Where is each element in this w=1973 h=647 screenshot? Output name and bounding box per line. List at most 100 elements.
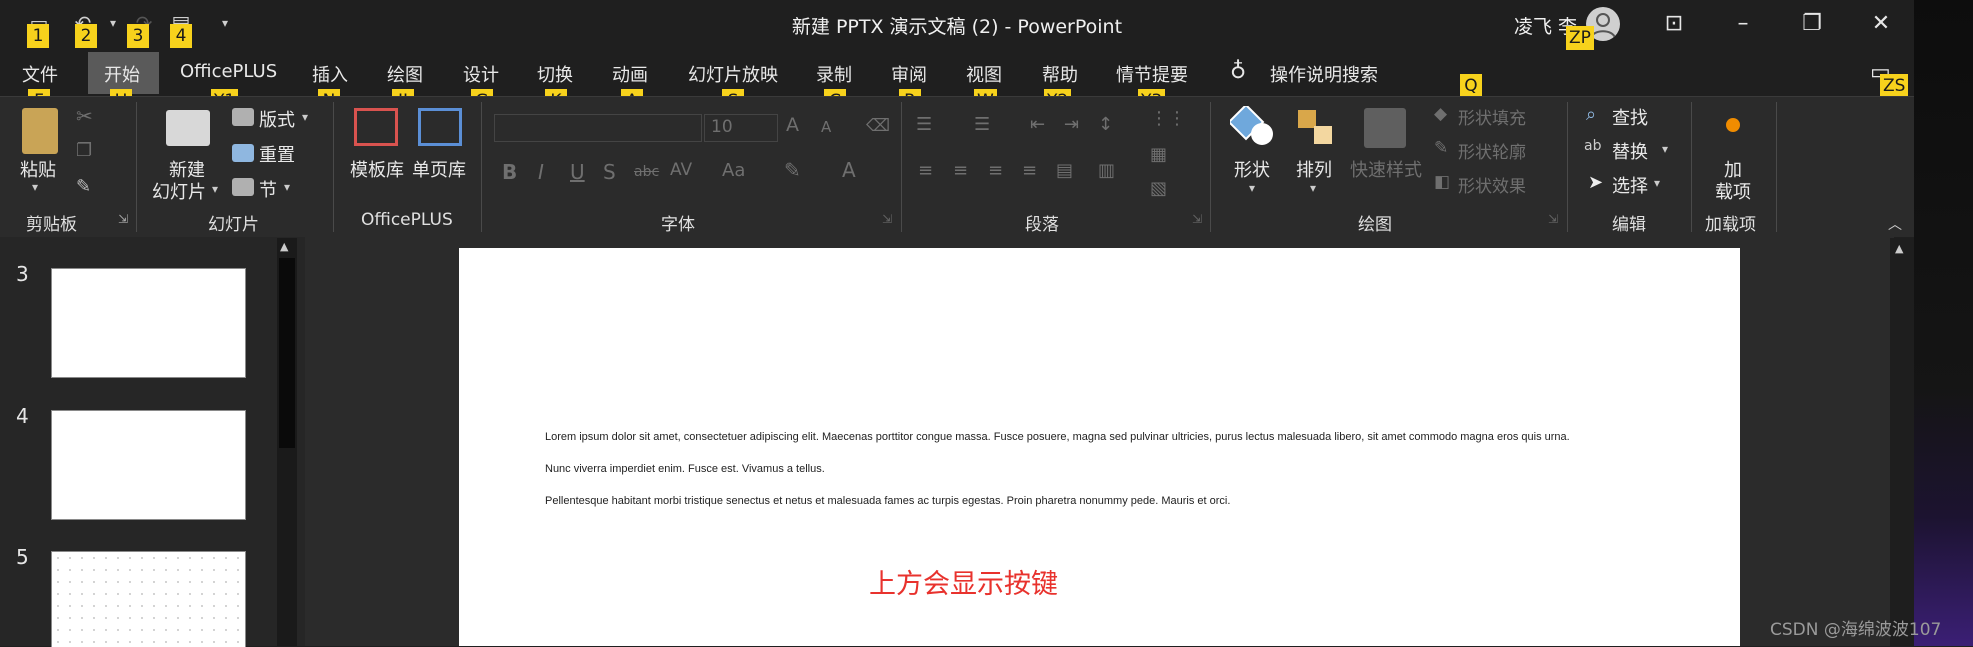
- tab-officeplus[interactable]: OfficePLUS: [180, 61, 277, 82]
- replace-icon[interactable]: ab: [1584, 138, 1601, 154]
- new-slide-dropdown-icon[interactable]: ▾: [212, 182, 218, 196]
- shape-fill-icon[interactable]: ◆: [1434, 104, 1447, 124]
- reset-button[interactable]: 重置: [259, 141, 295, 167]
- text-direction-icon[interactable]: ▥: [1098, 160, 1115, 181]
- smartart-icon[interactable]: ▧: [1150, 178, 1167, 199]
- distributed-icon[interactable]: ▤: [1056, 160, 1073, 181]
- align-center-icon[interactable]: ≡: [953, 160, 968, 181]
- slide-thumbnail-5[interactable]: [51, 551, 246, 647]
- quick-styles-button[interactable]: 快速样式: [1350, 156, 1422, 182]
- format-painter-icon[interactable]: ✎: [76, 176, 91, 197]
- select-icon[interactable]: ➤: [1588, 172, 1603, 193]
- restore-icon[interactable]: ❐: [1783, 6, 1841, 42]
- font-launcher-icon[interactable]: ⇲: [882, 212, 892, 226]
- scroll-up-icon[interactable]: ▲: [280, 240, 288, 253]
- slide-text-line[interactable]: Pellentesque habitant morbi tristique se…: [545, 495, 1230, 507]
- align-right-icon[interactable]: ≡: [988, 160, 1003, 181]
- tab-review[interactable]: 审阅: [891, 61, 927, 87]
- find-icon[interactable]: ⌕: [1586, 104, 1596, 125]
- close-icon[interactable]: ✕: [1852, 6, 1910, 42]
- addins-icon[interactable]: [1726, 118, 1740, 132]
- tab-slideshow[interactable]: 幻灯片放映: [688, 61, 778, 87]
- tab-record[interactable]: 录制: [816, 61, 852, 87]
- increase-indent-icon[interactable]: ⇥: [1064, 114, 1079, 135]
- find-button[interactable]: 查找: [1612, 104, 1648, 130]
- tab-home[interactable]: 开始: [104, 61, 140, 87]
- bold-icon[interactable]: B: [502, 160, 517, 184]
- font-color-icon[interactable]: A: [842, 158, 856, 182]
- tab-draw[interactable]: 绘图: [387, 61, 423, 87]
- decrease-indent-icon[interactable]: ⇤: [1030, 114, 1045, 135]
- tab-file[interactable]: 文件: [22, 61, 58, 87]
- tab-help[interactable]: 帮助: [1042, 61, 1078, 87]
- template-library-icon[interactable]: [354, 108, 398, 146]
- minimize-icon[interactable]: –: [1714, 6, 1772, 42]
- collapse-ribbon-icon[interactable]: ︿: [1888, 214, 1902, 234]
- paste-icon[interactable]: [22, 108, 58, 154]
- arrange-icon[interactable]: [1296, 108, 1336, 148]
- section-icon[interactable]: [232, 178, 254, 196]
- canvas-scroll-up-icon[interactable]: ▲: [1895, 242, 1903, 255]
- change-case-icon[interactable]: Aa: [722, 160, 745, 181]
- addins-label-2[interactable]: 载项: [1715, 178, 1751, 204]
- tab-insert[interactable]: 插入: [312, 61, 348, 87]
- paragraph-launcher-icon[interactable]: ⇲: [1192, 212, 1202, 226]
- line-spacing-icon[interactable]: ↕: [1098, 114, 1113, 135]
- single-page-library-icon[interactable]: [418, 108, 462, 146]
- tab-animations[interactable]: 动画: [612, 61, 648, 87]
- increase-font-icon[interactable]: A: [786, 114, 799, 136]
- font-name-box[interactable]: [494, 114, 702, 142]
- replace-dropdown-icon[interactable]: ▾: [1662, 142, 1668, 156]
- clipboard-launcher-icon[interactable]: ⇲: [118, 212, 128, 226]
- slide-text-line[interactable]: Lorem ipsum dolor sit amet, consectetuer…: [545, 431, 1570, 443]
- tab-storyboard[interactable]: 情节提要: [1116, 61, 1188, 87]
- shadow-icon[interactable]: S: [603, 160, 616, 184]
- select-dropdown-icon[interactable]: ▾: [1654, 176, 1660, 190]
- reset-icon[interactable]: [232, 144, 254, 162]
- shape-outline-icon[interactable]: ✎: [1434, 138, 1448, 158]
- decrease-font-icon[interactable]: A: [821, 118, 831, 136]
- tab-transitions[interactable]: 切换: [537, 61, 573, 87]
- layout-dropdown-icon[interactable]: ▾: [302, 110, 308, 124]
- strikethrough-icon[interactable]: abc: [634, 164, 659, 180]
- columns-icon[interactable]: ⋮⋮: [1150, 108, 1186, 129]
- char-spacing-icon[interactable]: AV: [670, 160, 692, 180]
- quick-styles-icon[interactable]: [1364, 108, 1406, 148]
- replace-button[interactable]: 替换: [1612, 138, 1648, 164]
- section-button[interactable]: 节: [259, 176, 277, 202]
- align-text-icon[interactable]: ▦: [1150, 144, 1167, 165]
- shape-effects-icon[interactable]: ◧: [1434, 172, 1450, 192]
- template-library-button[interactable]: 模板库: [350, 156, 404, 182]
- drawing-launcher-icon[interactable]: ⇲: [1548, 212, 1558, 226]
- layout-button[interactable]: 版式: [259, 106, 295, 132]
- slide-text-line[interactable]: Nunc viverra imperdiet enim. Fusce est. …: [545, 463, 825, 475]
- tab-design[interactable]: 设计: [463, 61, 499, 87]
- copy-icon[interactable]: ❐: [76, 140, 92, 161]
- shape-effects-button[interactable]: 形状效果: [1458, 172, 1526, 197]
- select-button[interactable]: 选择: [1612, 172, 1648, 198]
- shape-outline-button[interactable]: 形状轮廓: [1458, 138, 1526, 163]
- cut-icon[interactable]: ✂: [76, 104, 93, 128]
- arrange-button[interactable]: 排列: [1296, 156, 1332, 182]
- new-slide-label-2[interactable]: 幻灯片: [152, 178, 206, 204]
- tab-view[interactable]: 视图: [966, 61, 1002, 87]
- italic-icon[interactable]: I: [538, 160, 544, 184]
- align-left-icon[interactable]: ≡: [918, 160, 933, 181]
- single-page-library-button[interactable]: 单页库: [412, 156, 466, 182]
- layout-icon[interactable]: [232, 108, 254, 126]
- paste-button[interactable]: 粘贴: [20, 156, 56, 182]
- shapes-dropdown-icon[interactable]: ▾: [1249, 181, 1255, 195]
- current-slide[interactable]: [459, 248, 1740, 646]
- shape-fill-button[interactable]: 形状填充: [1458, 104, 1526, 129]
- slide-thumbnail-4[interactable]: [51, 410, 246, 520]
- shapes-button[interactable]: 形状: [1234, 156, 1270, 182]
- paste-dropdown-icon[interactable]: ▾: [32, 180, 38, 194]
- section-dropdown-icon[interactable]: ▾: [284, 180, 290, 194]
- highlight-icon[interactable]: ✎: [784, 158, 801, 182]
- shapes-icon[interactable]: [1227, 103, 1276, 148]
- clear-formatting-icon[interactable]: ⌫: [866, 116, 890, 136]
- underline-icon[interactable]: U: [570, 160, 585, 184]
- ribbon-display-options-icon[interactable]: ⊡: [1645, 6, 1703, 42]
- numbering-icon[interactable]: ☰: [974, 114, 990, 135]
- slides-pane-scroll-thumb[interactable]: [279, 258, 295, 448]
